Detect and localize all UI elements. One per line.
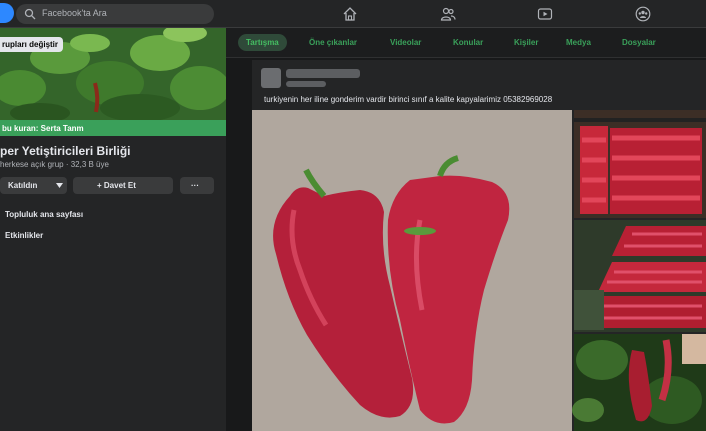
group-cover-photo: rupları değiştir [0,28,226,120]
group-creator-text: bu kuran: Serta Tanm [2,124,84,133]
facebook-logo[interactable] [0,3,14,23]
post-time-redacted [286,81,326,87]
search-box[interactable]: Facebook'ta Ara [16,4,214,24]
tab-files[interactable]: Dosyalar [622,38,656,47]
top-bar: Facebook'ta Ara [0,0,706,28]
group-name[interactable]: per Yetiştiricileri Birliği [0,144,131,158]
post-card: turkiyenin her iline gonderim vardir bir… [252,60,706,431]
search-input[interactable]: Facebook'ta Ara [42,8,107,18]
groups-icon[interactable] [635,6,651,22]
author-name-redacted [286,69,360,78]
crates-photo-1 [574,110,706,218]
group-sidebar: rupları değiştir bu kuran: Serta Tanm pe… [0,28,226,431]
tab-discussion[interactable]: Tartışma [238,34,287,51]
friends-icon[interactable] [440,6,456,22]
joined-button[interactable]: Katıldın [0,177,67,194]
community-home-link[interactable]: Topluluk ana sayfası [5,210,83,219]
watch-icon[interactable] [537,6,553,22]
joined-button-label: Katıldın [8,181,38,190]
more-options-button[interactable]: ··· [180,177,214,194]
tab-people[interactable]: Kişiler [514,38,538,47]
home-icon[interactable] [342,6,358,22]
group-tabs: Tartışma Öne çıkanlar Videolar Konular K… [226,28,706,58]
tab-topics[interactable]: Konular [453,38,483,47]
search-icon [24,8,36,20]
change-cover-button[interactable]: rupları değiştir [0,37,64,52]
invite-button[interactable]: + Davet Et [73,177,173,194]
tab-videos[interactable]: Videolar [390,38,421,47]
post-photos[interactable] [252,110,706,431]
tab-featured[interactable]: Öne çıkanlar [309,38,357,47]
tab-media[interactable]: Medya [566,38,591,47]
post-text: turkiyenin her iline gonderim vardir bir… [264,95,553,104]
avatar[interactable] [261,68,281,88]
invite-button-label: + Davet Et [97,181,136,190]
crates-photo-2 [574,220,706,332]
chevron-down-icon [56,183,63,188]
more-options-label: ··· [191,181,199,190]
group-creator-bar: bu kuran: Serta Tanm [0,120,226,136]
group-meta: herkese açık grup · 32,3 B üye [0,160,109,169]
main-pepper-photo [252,110,572,431]
events-link[interactable]: Etkinlikler [5,231,43,240]
field-photo [572,334,706,431]
